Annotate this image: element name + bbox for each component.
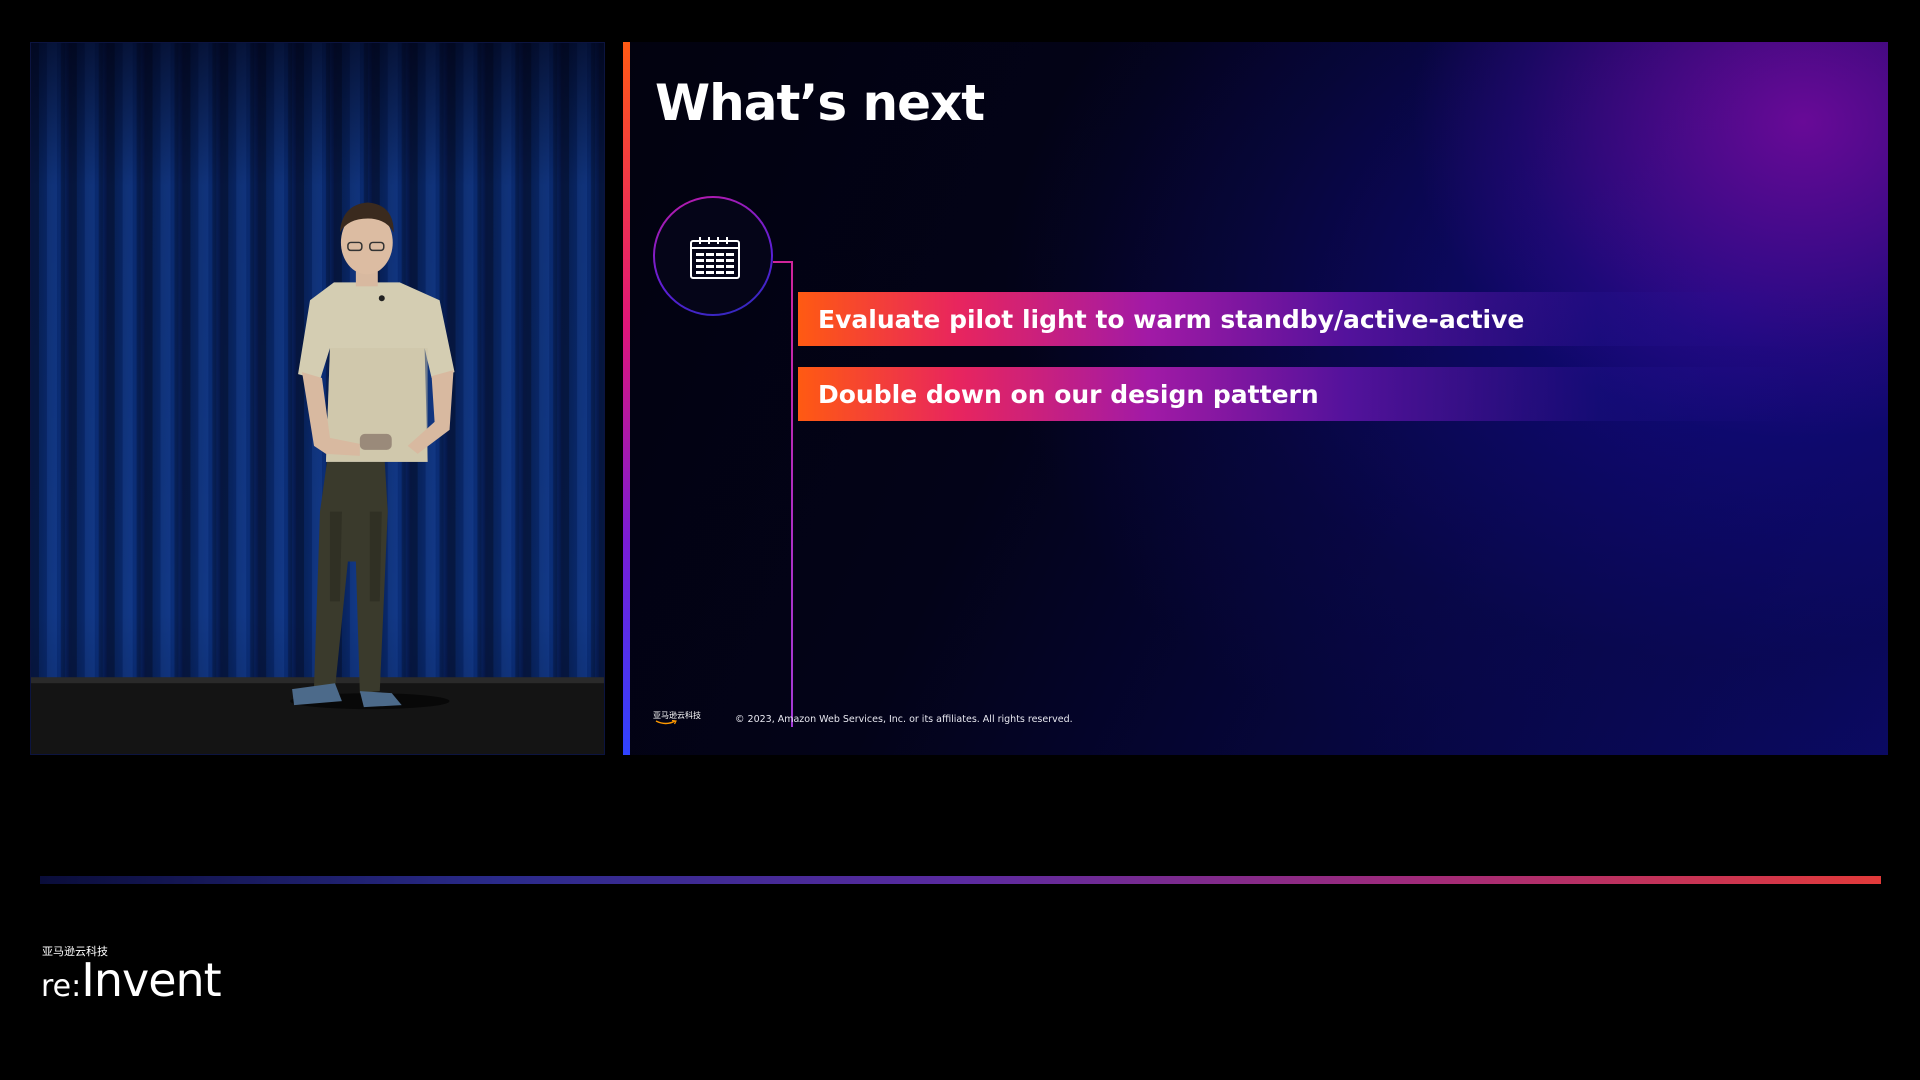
next-step-item-2-text: Double down on our design pattern bbox=[818, 379, 1319, 409]
reinvent-prefix: re: bbox=[41, 969, 82, 1004]
timeline-line bbox=[791, 261, 793, 727]
calendar-icon-badge bbox=[653, 196, 773, 316]
next-step-item-1: Evaluate pilot light to warm standby/act… bbox=[798, 292, 1798, 346]
next-step-item-2: Double down on our design pattern bbox=[798, 367, 1798, 421]
reinvent-name: Invent bbox=[81, 953, 221, 1007]
slide-title: What’s next bbox=[655, 74, 985, 132]
slide-copyright: © 2023, Amazon Web Services, Inc. or its… bbox=[735, 714, 1073, 725]
event-brand: 亚马逊云科技 re:Invent bbox=[41, 943, 241, 1007]
reinvent-logo: re:Invent bbox=[41, 953, 222, 1007]
calendar-icon bbox=[690, 237, 740, 279]
gradient-divider bbox=[40, 876, 1881, 884]
speaker-video-image bbox=[31, 43, 604, 754]
smile-arrow-icon bbox=[655, 720, 677, 725]
slide-accent-bar bbox=[623, 42, 630, 755]
slide-footer-logo: 亚马逊云科技 bbox=[653, 710, 701, 728]
next-step-item-1-text: Evaluate pilot light to warm standby/act… bbox=[818, 304, 1525, 334]
timeline-connector bbox=[773, 261, 793, 263]
presentation-slide: What’s next Evaluate pilot light to warm… bbox=[623, 42, 1888, 755]
presentation-stage: What’s next Evaluate pilot light to warm… bbox=[0, 0, 1920, 1080]
speaker-video bbox=[30, 42, 605, 755]
